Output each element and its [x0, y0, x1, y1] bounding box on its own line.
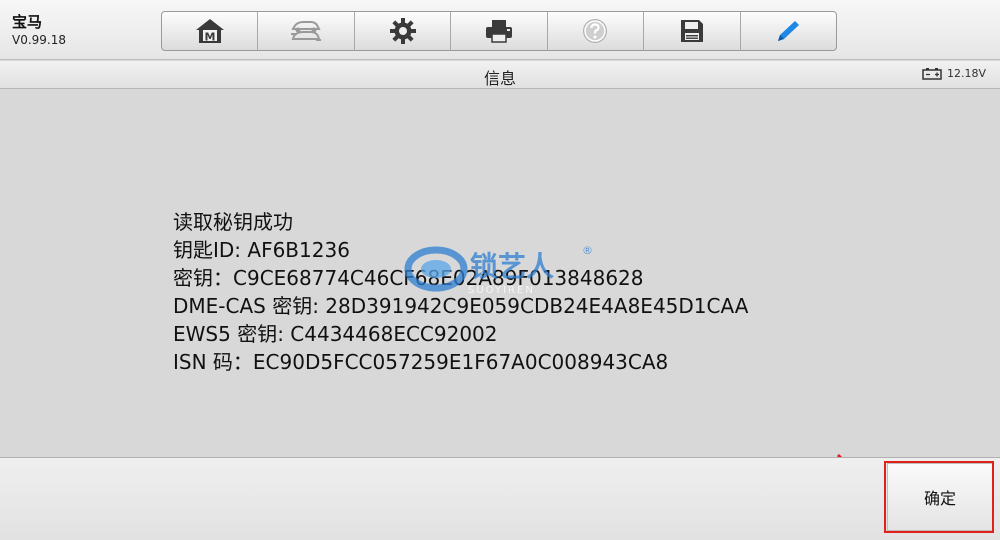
home-button[interactable]: M [162, 12, 259, 50]
vehicle-swap-icon [291, 21, 322, 41]
info-line-status: 读取秘钥成功 [173, 210, 293, 234]
edit-button[interactable] [741, 12, 836, 50]
app-info: 宝马 V0.99.18 [12, 12, 66, 48]
voltage-indicator: 12.18V [922, 67, 986, 80]
save-icon [680, 20, 703, 42]
app-version: V0.99.18 [12, 33, 67, 47]
confirm-button[interactable]: 确定 [887, 463, 993, 531]
info-lines: 读取秘钥成功 钥匙ID: AF6B1236 密钥：C9CE68774C46CF6… [173, 208, 748, 376]
info-line-secret-key: 密钥：C9CE68774C46CF68E02A89F013848628 [173, 266, 644, 290]
save-button[interactable] [644, 12, 741, 50]
voltage-value: 12.18V [946, 67, 986, 80]
bottom-bar [0, 457, 1000, 540]
app-title: 宝马 [12, 13, 43, 31]
help-icon [583, 19, 608, 43]
print-button[interactable] [451, 12, 548, 50]
gear-icon [389, 18, 416, 44]
settings-button[interactable] [355, 12, 452, 50]
battery-icon [922, 68, 942, 80]
home-icon-letter: M [204, 31, 215, 44]
info-line-key-id: 钥匙ID: AF6B1236 [173, 238, 350, 262]
info-line-ews5-key: EWS5 密钥: C4434468ECC92002 [173, 322, 498, 346]
info-line-isn-code: ISN 码：EC90D5FCC057259E1F67A0C008943CA8 [173, 350, 669, 374]
home-icon: M [195, 19, 224, 44]
printer-icon [485, 20, 512, 43]
vehicle-swap-button[interactable] [258, 12, 355, 50]
page-title: 信息 [483, 69, 516, 88]
title-bar: 信息 12.18V [0, 61, 1000, 89]
top-bar: 宝马 V0.99.18 M [0, 0, 1000, 60]
help-button[interactable] [548, 12, 645, 50]
pen-icon [778, 21, 800, 41]
toolbar: M [161, 11, 837, 51]
message-area: 读取秘钥成功 钥匙ID: AF6B1236 密钥：C9CE68774C46CF6… [0, 90, 1000, 524]
info-line-dme-cas-key: DME-CAS 密钥: 28D391942C9E059CDB24E4A8E45D… [173, 294, 749, 318]
